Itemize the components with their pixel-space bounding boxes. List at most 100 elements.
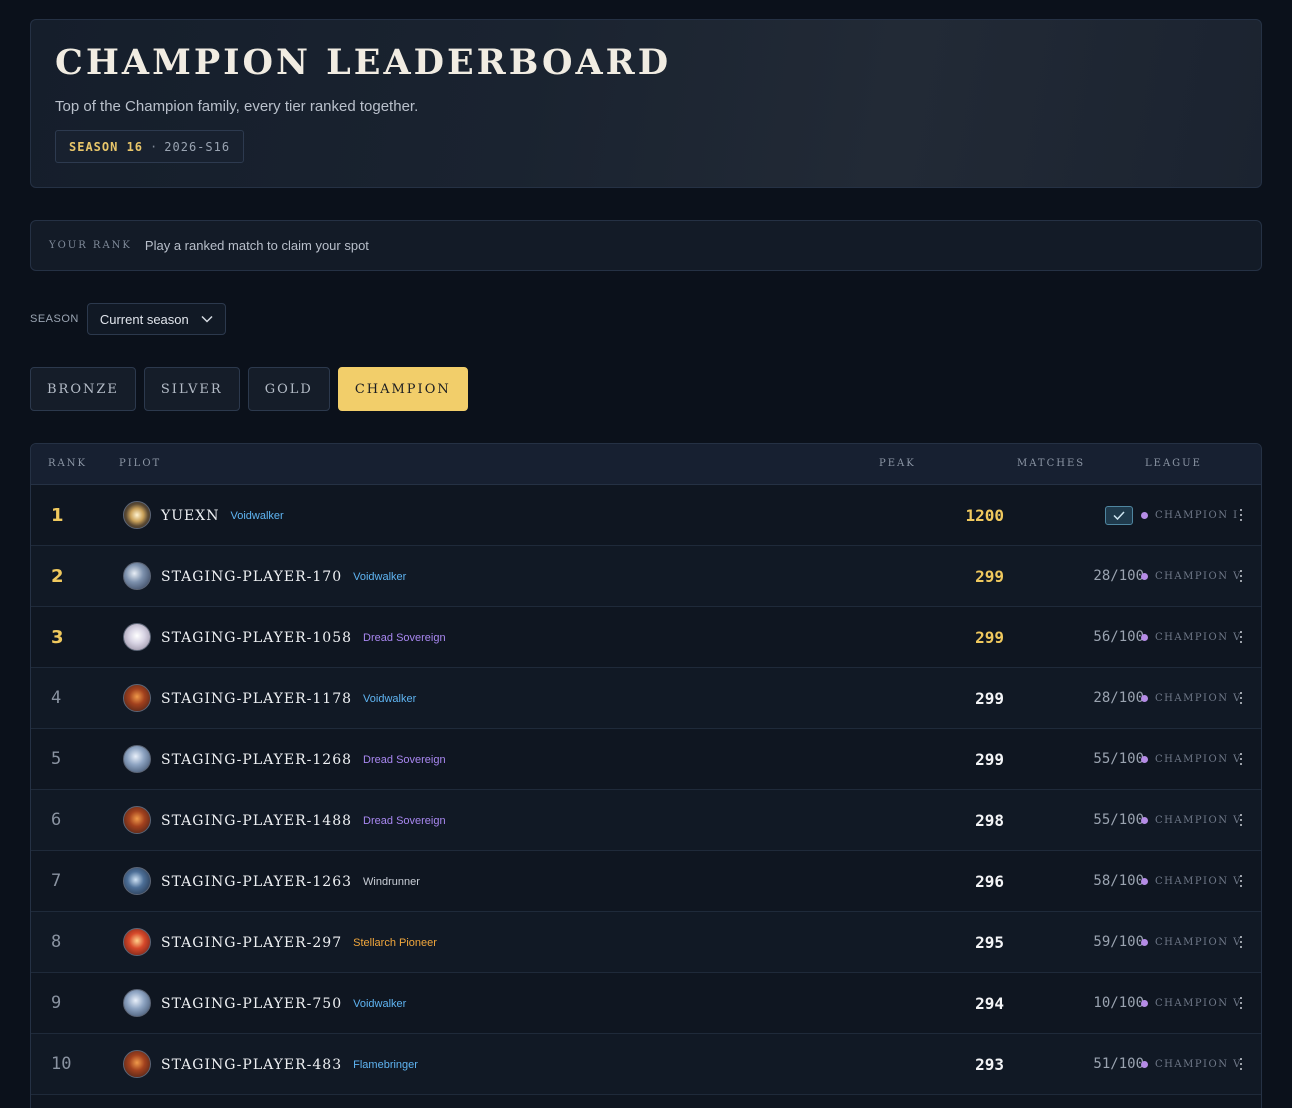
row-rank: 3 xyxy=(51,627,64,648)
row-pilot: STAGING-PLAYER-1178 Voidwalker xyxy=(161,668,416,729)
pilot-title: Dread Sovereign xyxy=(363,814,446,827)
row-league: CHAMPION V xyxy=(1141,546,1243,607)
row-pilot: STAGING-PLAYER-1268 Dread Sovereign xyxy=(161,729,446,790)
row-peak: 299 xyxy=(975,628,1004,647)
row-league: CHAMPION V xyxy=(1141,668,1243,729)
row-rank: 6 xyxy=(51,810,62,830)
pilot-title: Voidwalker xyxy=(363,692,417,705)
row-league: CHAMPION V xyxy=(1141,912,1243,973)
pilot-name[interactable]: YUEXN xyxy=(161,508,219,524)
table-row[interactable]: 1 YUEXN Voidwalker 1200 CHAMPION I xyxy=(31,485,1261,546)
row-matches: 28/100 xyxy=(1093,690,1144,706)
league-dot xyxy=(1141,512,1148,519)
tab-gold[interactable]: GOLD xyxy=(247,367,330,411)
tier-tabs: BRONZE SILVER GOLD CHAMPION xyxy=(30,367,468,411)
table-row[interactable]: 7 STAGING-PLAYER-1263 Windrunner 296 58/… xyxy=(31,851,1261,912)
league-name: CHAMPION V xyxy=(1155,876,1242,887)
season-badge-label: SEASON 16 xyxy=(69,139,144,154)
avatar xyxy=(123,989,151,1017)
page-title: CHAMPION LEADERBOARD xyxy=(55,42,672,83)
season-badge-separator: · xyxy=(150,139,158,154)
pilot-name[interactable]: STAGING-PLAYER-1263 xyxy=(161,874,352,890)
league-name: CHAMPION V xyxy=(1155,632,1242,643)
column-pilot: PILOT xyxy=(119,458,162,469)
your-rank-panel: YOUR RANK Play a ranked match to claim y… xyxy=(30,220,1262,271)
row-peak: 1200 xyxy=(965,506,1004,525)
more-options-icon[interactable] xyxy=(1238,751,1244,767)
pilot-name[interactable]: STAGING-PLAYER-483 xyxy=(161,1057,342,1073)
season-select[interactable]: Current season xyxy=(86,303,226,335)
table-row[interactable]: 5 STAGING-PLAYER-1268 Dread Sovereign 29… xyxy=(31,729,1261,790)
row-pilot: STAGING-PLAYER-170 Voidwalker xyxy=(161,546,406,607)
table-body: 1 YUEXN Voidwalker 1200 CHAMPION I 2 STA… xyxy=(31,485,1261,1095)
row-peak: 298 xyxy=(975,811,1004,830)
more-options-icon[interactable] xyxy=(1238,507,1244,523)
row-matches: 58/100 xyxy=(1093,873,1144,889)
more-options-icon[interactable] xyxy=(1238,934,1244,950)
pilot-name[interactable]: STAGING-PLAYER-297 xyxy=(161,935,342,951)
table-row[interactable]: 3 STAGING-PLAYER-1058 Dread Sovereign 29… xyxy=(31,607,1261,668)
table-header: RANK PILOT PEAK MATCHES LEAGUE xyxy=(31,444,1261,485)
league-dot xyxy=(1141,634,1148,641)
league-name: CHAMPION I xyxy=(1155,510,1239,521)
avatar xyxy=(123,623,151,651)
pilot-name[interactable]: STAGING-PLAYER-1488 xyxy=(161,813,352,829)
tab-champion[interactable]: CHAMPION xyxy=(337,367,468,411)
more-options-icon[interactable] xyxy=(1238,812,1244,828)
league-name: CHAMPION V xyxy=(1155,937,1242,948)
row-league: CHAMPION V xyxy=(1141,973,1243,1034)
row-matches: 55/100 xyxy=(1093,751,1144,767)
pilot-name[interactable]: STAGING-PLAYER-1268 xyxy=(161,752,352,768)
more-options-icon[interactable] xyxy=(1238,873,1244,889)
avatar xyxy=(123,1050,151,1078)
pilot-name[interactable]: STAGING-PLAYER-170 xyxy=(161,569,342,585)
table-row[interactable]: 2 STAGING-PLAYER-170 Voidwalker 299 28/1… xyxy=(31,546,1261,607)
chevron-down-icon xyxy=(201,315,213,323)
avatar xyxy=(123,562,151,590)
column-rank: RANK xyxy=(48,458,87,469)
check-icon xyxy=(1113,511,1125,520)
row-pilot: STAGING-PLAYER-483 Flamebringer xyxy=(161,1034,418,1095)
row-rank: 7 xyxy=(51,871,62,891)
table-row[interactable]: 6 STAGING-PLAYER-1488 Dread Sovereign 29… xyxy=(31,790,1261,851)
row-rank: 9 xyxy=(51,993,62,1013)
pilot-name[interactable]: STAGING-PLAYER-750 xyxy=(161,996,342,1012)
row-rank: 4 xyxy=(51,688,62,708)
pilot-name[interactable]: STAGING-PLAYER-1178 xyxy=(161,691,352,707)
row-peak: 299 xyxy=(975,689,1004,708)
tab-silver[interactable]: SILVER xyxy=(143,367,240,411)
league-dot xyxy=(1141,1000,1148,1007)
table-row[interactable]: 10 STAGING-PLAYER-483 Flamebringer 293 5… xyxy=(31,1034,1261,1095)
season-filter: SEASON Current season xyxy=(30,303,226,335)
row-peak: 296 xyxy=(975,872,1004,891)
more-options-icon[interactable] xyxy=(1238,690,1244,706)
row-rank: 10 xyxy=(51,1054,72,1074)
more-options-icon[interactable] xyxy=(1238,568,1244,584)
more-options-icon[interactable] xyxy=(1238,629,1244,645)
row-peak: 295 xyxy=(975,933,1004,952)
row-pilot: YUEXN Voidwalker xyxy=(161,485,284,546)
avatar xyxy=(123,745,151,773)
verified-checkbox[interactable] xyxy=(1105,506,1133,525)
table-row[interactable]: 4 STAGING-PLAYER-1178 Voidwalker 299 28/… xyxy=(31,668,1261,729)
league-dot xyxy=(1141,939,1148,946)
row-peak: 299 xyxy=(975,750,1004,769)
more-options-icon[interactable] xyxy=(1238,1056,1244,1072)
leaderboard-table: RANK PILOT PEAK MATCHES LEAGUE 1 YUEXN V… xyxy=(30,443,1262,1108)
season-badge-code: 2026-S16 xyxy=(164,139,231,154)
table-row[interactable]: 8 STAGING-PLAYER-297 Stellarch Pioneer 2… xyxy=(31,912,1261,973)
row-rank: 2 xyxy=(51,566,64,587)
season-select-value: Current season xyxy=(99,311,189,327)
table-row[interactable]: 9 STAGING-PLAYER-750 Voidwalker 294 10/1… xyxy=(31,973,1261,1034)
row-matches: 55/100 xyxy=(1093,812,1144,828)
tab-bronze[interactable]: BRONZE xyxy=(30,367,136,411)
more-options-icon[interactable] xyxy=(1238,995,1244,1011)
row-peak: 299 xyxy=(975,567,1004,586)
league-name: CHAMPION V xyxy=(1155,754,1242,765)
row-league: CHAMPION V xyxy=(1141,607,1243,668)
row-pilot: STAGING-PLAYER-750 Voidwalker xyxy=(161,973,406,1034)
row-peak: 293 xyxy=(975,1055,1004,1074)
row-matches: 56/100 xyxy=(1093,629,1144,645)
pilot-name[interactable]: STAGING-PLAYER-1058 xyxy=(161,630,352,646)
league-dot xyxy=(1141,695,1148,702)
